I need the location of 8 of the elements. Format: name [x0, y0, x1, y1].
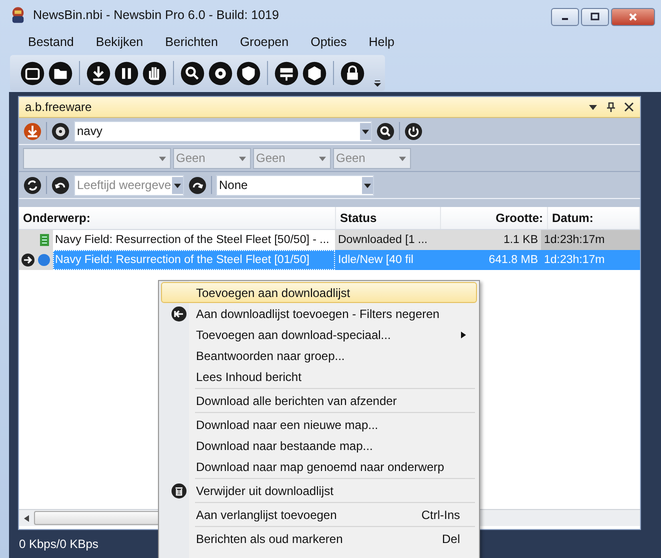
table-cell-text: Downloaded [1 ... — [337, 233, 429, 248]
panel-title: a.b.freeware — [25, 100, 92, 114]
table-cell-text: 1.1 KB — [502, 233, 539, 248]
table-cell: 1d:23h:17m — [541, 230, 640, 250]
table-cell: Navy Field: Resurrection of the Steel Fleet [50/50] - ... — [53, 230, 335, 250]
status-text: 0 Kbps/0 KBps — [19, 537, 98, 551]
table-cell: Navy Field: Resurrection of the Steel Fleet [01/50] — [53, 250, 335, 270]
window-title: NewsBin.nbi - Newsbin Pro 6.0 - Build: 1019 — [33, 8, 279, 22]
